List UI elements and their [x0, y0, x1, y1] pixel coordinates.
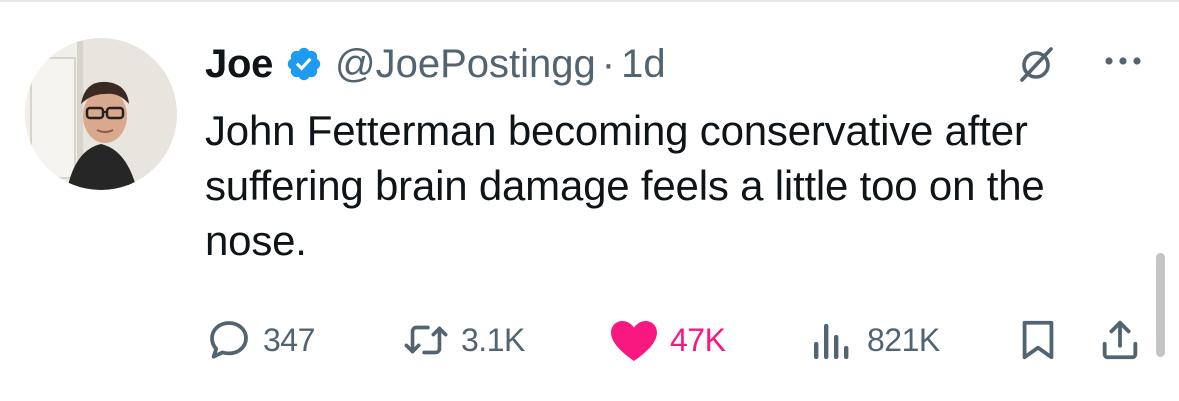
views-count: 821K — [867, 321, 940, 358]
author-handle[interactable]: @JoePostingg — [335, 42, 596, 87]
share-icon — [1097, 316, 1143, 364]
retweet-button[interactable]: 3.1K — [401, 312, 525, 368]
heart-icon — [608, 316, 660, 364]
share-button[interactable] — [1097, 312, 1143, 368]
verified-badge-icon[interactable] — [285, 45, 323, 83]
action-bar: 347 3.1K 47K 821K — [205, 312, 1145, 368]
top-divider — [0, 0, 1179, 2]
views-button[interactable]: 821K — [809, 312, 940, 368]
reply-count: 347 — [263, 321, 315, 358]
tweet-text: John Fetterman becoming conservative aft… — [205, 107, 1045, 264]
retweet-count: 3.1K — [461, 321, 525, 358]
like-count: 47K — [670, 321, 726, 358]
separator-dot: · — [601, 41, 616, 86]
bookmark-button[interactable] — [1015, 312, 1061, 368]
tweet-header: Joe @JoePostingg · 1d — [205, 36, 666, 92]
scrollbar[interactable] — [1156, 253, 1165, 357]
grok-icon[interactable] — [1016, 44, 1056, 84]
reply-icon — [205, 316, 253, 364]
avatar[interactable] — [25, 38, 177, 190]
reply-button[interactable]: 347 — [205, 312, 315, 368]
like-button[interactable]: 47K — [608, 312, 726, 368]
bookmark-icon — [1015, 316, 1061, 364]
author-name[interactable]: Joe — [205, 42, 273, 87]
timestamp[interactable]: 1d — [621, 42, 666, 87]
views-icon — [809, 316, 857, 364]
more-icon[interactable] — [1098, 46, 1148, 76]
avatar-photo — [25, 38, 177, 190]
retweet-icon — [401, 316, 451, 364]
